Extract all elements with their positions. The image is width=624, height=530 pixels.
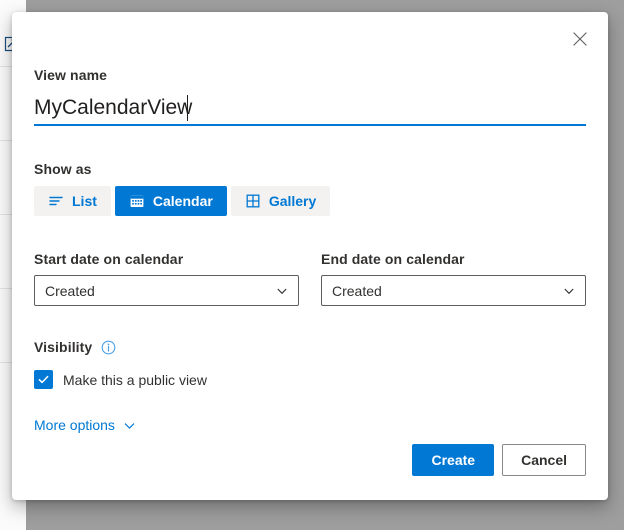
date-fields-row: Start date on calendar Created End date … bbox=[34, 250, 586, 306]
show-as-option-list[interactable]: List bbox=[34, 186, 111, 216]
chevron-down-icon bbox=[276, 285, 288, 297]
show-as-option-label: Calendar bbox=[152, 193, 213, 209]
gallery-grid-icon bbox=[245, 193, 261, 209]
show-as-label: Show as bbox=[34, 161, 92, 177]
view-name-input-wrapper[interactable] bbox=[34, 92, 586, 126]
view-name-label: View name bbox=[34, 67, 108, 83]
start-date-dropdown[interactable]: Created bbox=[34, 275, 299, 306]
text-cursor bbox=[187, 95, 188, 121]
show-as-option-gallery[interactable]: Gallery bbox=[230, 186, 331, 216]
dialog-body: View name Show as List bbox=[34, 66, 586, 435]
show-as-option-label: Gallery bbox=[268, 193, 317, 209]
end-date-value: Created bbox=[332, 282, 382, 299]
show-as-option-label: List bbox=[72, 193, 97, 209]
end-date-field: End date on calendar Created bbox=[321, 250, 586, 306]
chevron-down-icon bbox=[123, 419, 136, 432]
close-icon bbox=[573, 32, 587, 46]
end-date-label: End date on calendar bbox=[321, 251, 465, 267]
visibility-label: Visibility bbox=[34, 339, 93, 355]
view-name-field: View name bbox=[34, 66, 586, 126]
info-circle-icon[interactable] bbox=[101, 340, 116, 355]
calendar-icon bbox=[129, 193, 145, 209]
visibility-header: Visibility bbox=[34, 338, 586, 356]
chevron-down-icon bbox=[563, 285, 575, 297]
list-icon bbox=[48, 193, 64, 209]
start-date-label: Start date on calendar bbox=[34, 251, 184, 267]
show-as-option-calendar[interactable]: Calendar bbox=[114, 186, 227, 216]
more-options-label: More options bbox=[34, 417, 115, 433]
end-date-dropdown[interactable]: Created bbox=[321, 275, 586, 306]
close-icon-button[interactable] bbox=[560, 22, 600, 56]
cancel-button[interactable]: Cancel bbox=[502, 444, 586, 476]
create-button[interactable]: Create bbox=[412, 444, 495, 476]
start-date-value: Created bbox=[45, 282, 95, 299]
create-view-dialog: View name Show as List bbox=[12, 12, 608, 500]
dialog-footer: Create Cancel bbox=[412, 444, 586, 476]
start-date-field: Start date on calendar Created bbox=[34, 250, 299, 306]
show-as-button-group: List Calendar Gallery bbox=[34, 186, 586, 216]
visibility-section: Visibility Make this a public view bbox=[34, 338, 586, 389]
public-view-checkbox-label: Make this a public view bbox=[63, 371, 207, 388]
public-view-checkbox[interactable] bbox=[34, 370, 53, 389]
public-view-checkbox-row[interactable]: Make this a public view bbox=[34, 370, 586, 389]
more-options-toggle[interactable]: More options bbox=[34, 417, 136, 433]
view-name-input[interactable] bbox=[34, 92, 586, 124]
show-as-section: Show as List Calendar Gallery bbox=[34, 160, 586, 216]
